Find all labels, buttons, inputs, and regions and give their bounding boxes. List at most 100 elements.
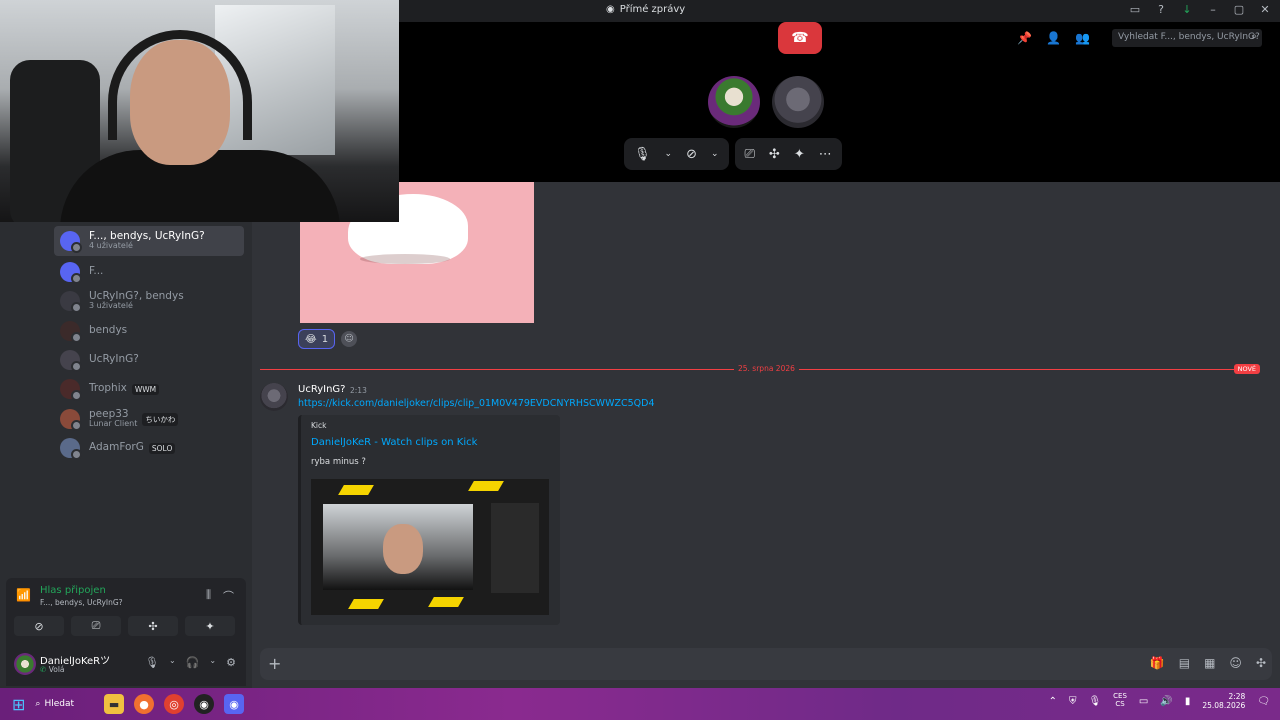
voice-panel: 📶 Hlas připojen F..., bendys, UcRyInG? ⫼… <box>6 578 246 642</box>
pin-icon[interactable]: 📌 <box>1017 31 1032 45</box>
embed-title[interactable]: DanielJoKeR - Watch clips on Kick <box>311 437 477 448</box>
gear-icon[interactable]: ⚙ <box>226 656 236 669</box>
embed-provider[interactable]: Kick <box>311 421 326 430</box>
signal-icon: 📶 <box>16 588 31 602</box>
taskbar: ⊞ ⌕ Hledat ▬ ● ◎ ◉ ◉ ⌃ ⛨ 🎙 CES CS ▭ 🔊 ▮ 2:… <box>0 688 1280 720</box>
camera-off-icon[interactable]: ⊘ <box>686 147 697 162</box>
tray-expand-icon[interactable]: ⌃ <box>1049 696 1057 707</box>
voice-actions: ⫼ ⌒ <box>206 588 234 604</box>
embed-thumbnail[interactable] <box>311 479 549 615</box>
dm-item[interactable]: peep33 Lunar Client ちいかわ <box>54 404 244 434</box>
dm-item[interactable]: F..., bendys, UcRyInG? 4 uživatelé <box>54 226 244 256</box>
taskbar-clock[interactable]: 2:28 25.08.2026 <box>1202 692 1245 710</box>
apps-icon[interactable]: ✣ <box>1256 656 1266 670</box>
mic-tray-icon[interactable]: 🎙 <box>1088 696 1101 707</box>
chevron-down-icon[interactable]: ⌄ <box>169 656 176 669</box>
user-controls: 🎙 ⌄ 🎧 ⌄ ⚙ <box>145 656 236 669</box>
window-title-text: Přímé zprávy <box>619 4 686 15</box>
chrome-icon[interactable]: ◎ <box>164 694 185 714</box>
dm-avatar <box>60 321 82 343</box>
dm-name: F... <box>89 265 104 278</box>
obs-icon[interactable]: ◉ <box>194 694 215 714</box>
chevron-down-icon[interactable]: ⌄ <box>665 149 673 159</box>
download-icon[interactable]: ↓ <box>1180 3 1194 16</box>
headphones-icon[interactable]: 🎧 <box>186 656 200 669</box>
battery-icon[interactable]: ▮ <box>1185 696 1191 707</box>
hangup-button[interactable]: ☎ <box>778 22 822 54</box>
chevron-down-icon[interactable]: ⌄ <box>711 149 719 159</box>
inbox-icon[interactable]: ▭ <box>1128 3 1142 16</box>
disconnect-icon[interactable]: ⌒ <box>223 588 234 604</box>
user-panel: DanielJoKeRツ ✆ Volá 🎙 ⌄ 🎧 ⌄ ⚙ <box>6 642 246 686</box>
gift-icon[interactable]: 🎁 <box>1150 656 1165 670</box>
dm-name: bendys <box>89 324 128 337</box>
soundboard-icon[interactable]: ✦ <box>185 616 235 636</box>
maximize-icon[interactable]: ▢ <box>1232 3 1246 16</box>
screen-share-icon[interactable]: ⎚ <box>71 616 121 636</box>
members-icon[interactable]: 👥 <box>1075 31 1090 45</box>
dm-tag: WWM <box>131 383 160 395</box>
defender-icon[interactable]: ⛨ <box>1069 696 1077 707</box>
volume-icon[interactable]: 🔊 <box>1160 696 1172 707</box>
more-icon[interactable]: ⋯ <box>819 147 832 162</box>
dm-subtitle: 3 uživatelé <box>89 301 133 311</box>
dm-item[interactable]: UcRyInG?, bendys 3 uživatelé <box>54 286 244 316</box>
lang-bottom: CS <box>1115 700 1125 708</box>
minimize-icon[interactable]: – <box>1206 3 1220 16</box>
dm-item[interactable]: UcRyInG? <box>54 345 244 375</box>
soundboard-icon[interactable]: ✦ <box>794 147 805 162</box>
thumb-chat-panel <box>491 503 539 593</box>
system-tray: ⌃ ⛨ 🎙 CES CS ▭ 🔊 ▮ 2:28 25.08.2026 🗨 <box>1049 692 1270 710</box>
noise-suppression-icon[interactable]: ⫼ <box>206 588 211 604</box>
close-icon[interactable]: ✕ <box>1258 3 1272 16</box>
browser-icon[interactable]: ● <box>134 694 155 714</box>
window-title: ◉ Přímé zprávy <box>606 4 685 15</box>
activity-icon[interactable]: ✣ <box>769 147 780 162</box>
user-avatar[interactable] <box>14 653 36 675</box>
call-area: 📌 👤 👥 Vyhledat F..., bendys, UcRyInG? ⌕ … <box>400 22 1280 182</box>
add-attachment-icon[interactable]: + <box>268 654 281 673</box>
mic-icon[interactable]: 🎙 <box>145 656 159 669</box>
search-input[interactable]: Vyhledat F..., bendys, UcRyInG? ⌕ <box>1112 29 1262 47</box>
participant-avatar[interactable] <box>772 76 824 128</box>
dm-item[interactable]: AdamForG SOLO <box>54 433 244 463</box>
thumb-stripe <box>338 485 374 495</box>
call-controls: 🎙 ⌄ ⊘ ⌄ ⎚ ✣ ✦ ⋯ <box>624 138 842 170</box>
message-avatar[interactable] <box>260 383 288 411</box>
composer-actions: 🎁 ▤ ▦ ☺ ✣ <box>1150 656 1266 670</box>
message-composer[interactable]: + 🎁 ▤ ▦ ☺ ✣ <box>260 648 1272 680</box>
chat-area: 😂 1 ☺ 25. srpna 2026 NOVÉ UcRyInG? 2:13 … <box>252 182 1280 688</box>
language-indicator[interactable]: CES CS <box>1113 692 1127 708</box>
dm-item[interactable]: Trophix WWM <box>54 374 244 404</box>
gif-icon[interactable]: ▤ <box>1179 656 1190 670</box>
add-reaction-button[interactable]: ☺ <box>341 331 358 347</box>
windows-start-icon[interactable]: ⊞ <box>12 695 25 714</box>
add-friend-icon[interactable]: 👤 <box>1046 31 1061 45</box>
discord-taskbar-icon[interactable]: ◉ <box>224 694 245 714</box>
sticker-icon[interactable]: ▦ <box>1204 656 1215 670</box>
voice-status[interactable]: Hlas připojen <box>40 585 106 596</box>
camera-off-icon[interactable]: ⊘ <box>14 616 64 636</box>
file-explorer-icon[interactable]: ▬ <box>104 694 125 714</box>
mic-icon[interactable]: 🎙 <box>634 147 651 162</box>
notification-icon[interactable]: 🗨 <box>1257 696 1270 707</box>
activity-icon[interactable]: ✣ <box>128 616 178 636</box>
dm-item[interactable]: F... <box>54 257 244 287</box>
dm-item[interactable]: bendys <box>54 316 244 346</box>
participant-avatar[interactable] <box>708 76 760 128</box>
thumb-head <box>383 524 423 574</box>
voice-channel[interactable]: F..., bendys, UcRyInG? <box>40 598 123 607</box>
message-author[interactable]: UcRyInG? <box>298 384 345 395</box>
dm-text: UcRyInG? <box>89 354 139 366</box>
screen-share-icon[interactable]: ⎚ <box>745 147 755 162</box>
dm-subtitle: 4 uživatelé <box>89 241 133 251</box>
network-icon[interactable]: ▭ <box>1139 696 1148 707</box>
help-icon[interactable]: ? <box>1154 3 1168 16</box>
emoji-icon[interactable]: ☺ <box>1229 656 1242 670</box>
taskbar-search[interactable]: ⌕ Hledat <box>35 699 74 709</box>
message-link[interactable]: https://kick.com/danieljoker/clips/clip_… <box>298 398 655 409</box>
reaction-button[interactable]: 😂 1 <box>298 329 336 349</box>
chevron-down-icon[interactable]: ⌄ <box>209 656 216 669</box>
webcam-overlay <box>0 0 399 222</box>
user-status-text: Volá <box>48 665 65 674</box>
